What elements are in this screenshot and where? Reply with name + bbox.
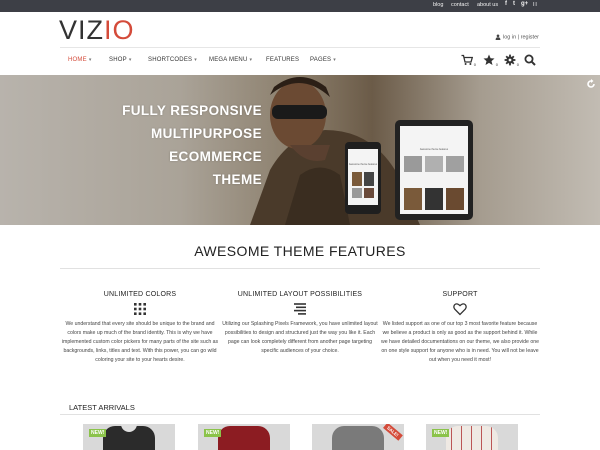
wishlist-count: 0 xyxy=(495,62,498,67)
tablet-caption: Awesome theme features xyxy=(419,148,449,151)
wishlist-button[interactable]: 0 xyxy=(483,53,498,67)
align-icon xyxy=(294,303,306,315)
nav-home[interactable]: HOME ▾ xyxy=(68,57,92,63)
nav-divider xyxy=(60,47,540,48)
nav-shop[interactable]: SHOP ▾ xyxy=(109,57,132,63)
logo-accent: IO xyxy=(104,15,135,45)
contact-link[interactable]: contact xyxy=(451,2,469,8)
phone-product-images xyxy=(352,172,374,198)
feature-description: Utilizing our Splashing Pixels Framework… xyxy=(222,321,378,354)
latest-divider xyxy=(60,414,540,415)
user-icon xyxy=(495,34,501,40)
chevron-down-icon: ▾ xyxy=(88,57,92,63)
auth-text[interactable]: log in | register xyxy=(503,34,539,40)
new-badge: NEW! xyxy=(89,429,107,437)
chevron-down-icon: ▾ xyxy=(194,57,197,63)
nav-shortcodes-label: SHORTCODES xyxy=(148,57,193,63)
nav-features-label: FEATURES xyxy=(266,57,300,63)
search-icon xyxy=(524,54,536,66)
blog-link[interactable]: blog xyxy=(433,2,443,8)
cart-icon xyxy=(461,54,474,65)
product-image xyxy=(446,426,498,450)
cart-count: 0 xyxy=(473,62,476,67)
feature-unlimited-layout: UNLIMITED LAYOUT POSSIBILITIES Utilizing… xyxy=(220,291,380,356)
product-card[interactable]: SALE! xyxy=(312,424,404,450)
product-card[interactable]: NEW! xyxy=(426,424,518,450)
feature-unlimited-colors: UNLIMITED COLORS We understand that ever… xyxy=(60,291,220,365)
slider-refresh-icon[interactable] xyxy=(586,79,596,89)
compare-button[interactable]: 0 xyxy=(504,53,519,67)
product-image xyxy=(218,426,270,450)
top-bar: blog contact about us f t g+ ∷ xyxy=(0,0,600,12)
feature-description: We understand that every site should be … xyxy=(61,321,219,363)
about-us-link[interactable]: about us xyxy=(477,2,498,8)
compare-count: 0 xyxy=(516,62,519,67)
search-button[interactable] xyxy=(524,53,536,66)
star-icon xyxy=(483,54,495,65)
gear-icon xyxy=(504,54,516,66)
phone-mockup: Awesome theme features xyxy=(345,142,381,214)
feature-description: We listed support as one of our top 3 mo… xyxy=(380,321,540,363)
product-image xyxy=(332,426,384,450)
chevron-down-icon: ▾ xyxy=(249,57,253,63)
nav-shop-label: SHOP xyxy=(109,57,127,63)
hero-slider[interactable]: Awesome theme features Awesome theme fea… xyxy=(0,75,600,225)
facebook-icon[interactable]: f xyxy=(505,1,507,7)
new-badge: NEW! xyxy=(432,429,450,437)
nav-pages[interactable]: PAGES ▾ xyxy=(310,57,336,63)
features-divider xyxy=(60,268,540,269)
cart-button[interactable]: 0 xyxy=(461,53,476,67)
heart-icon xyxy=(453,303,467,316)
nav-home-label: HOME xyxy=(68,57,87,63)
twitter-icon[interactable]: t xyxy=(513,1,515,7)
nav-mega-menu-label: MEGA MENU xyxy=(209,57,248,63)
nav-features[interactable]: FEATURES xyxy=(266,57,301,63)
tablet-mockup: Awesome theme features xyxy=(395,120,473,220)
product-card[interactable]: NEW! xyxy=(83,424,175,450)
new-badge: NEW! xyxy=(204,429,222,437)
nav-shortcodes[interactable]: SHORTCODES ▾ xyxy=(148,57,197,63)
hero-heading-line-2: MULTIPURPOSE xyxy=(150,126,262,141)
chevron-down-icon: ▾ xyxy=(128,57,132,63)
nav-mega-menu[interactable]: MEGA MENU ▾ xyxy=(209,57,252,63)
hero-heading-line-3: ECOMMERCE xyxy=(169,149,262,164)
feature-support: SUPPORT We listed support as one of our … xyxy=(380,291,540,365)
feature-title: UNLIMITED COLORS xyxy=(103,291,177,298)
rss-icon[interactable]: ∷ xyxy=(533,1,537,8)
nav-pages-label: PAGES xyxy=(310,57,332,63)
google-plus-icon[interactable]: g+ xyxy=(521,1,528,7)
feature-title: UNLIMITED LAYOUT POSSIBILITIES xyxy=(237,291,363,298)
tablet-product-images xyxy=(404,156,464,210)
hero-heading-line-4: THEME xyxy=(212,172,262,187)
feature-title: SUPPORT xyxy=(442,291,478,298)
auth-links[interactable]: log in | register xyxy=(495,34,539,40)
chevron-down-icon: ▾ xyxy=(333,57,336,63)
phone-caption: Awesome theme features xyxy=(348,163,378,166)
product-card[interactable]: NEW! xyxy=(198,424,290,450)
logo[interactable]: VIZIO xyxy=(59,17,135,44)
logo-main: VIZ xyxy=(59,15,105,45)
features-heading: AWESOME THEME FEATURES xyxy=(194,243,406,259)
hero-heading-line-1: FULLY RESPONSIVE xyxy=(122,103,262,118)
latest-arrivals-heading: LATEST ARRIVALS xyxy=(69,403,135,412)
sale-badge: SALE! xyxy=(382,424,402,441)
grid-icon xyxy=(134,303,146,315)
